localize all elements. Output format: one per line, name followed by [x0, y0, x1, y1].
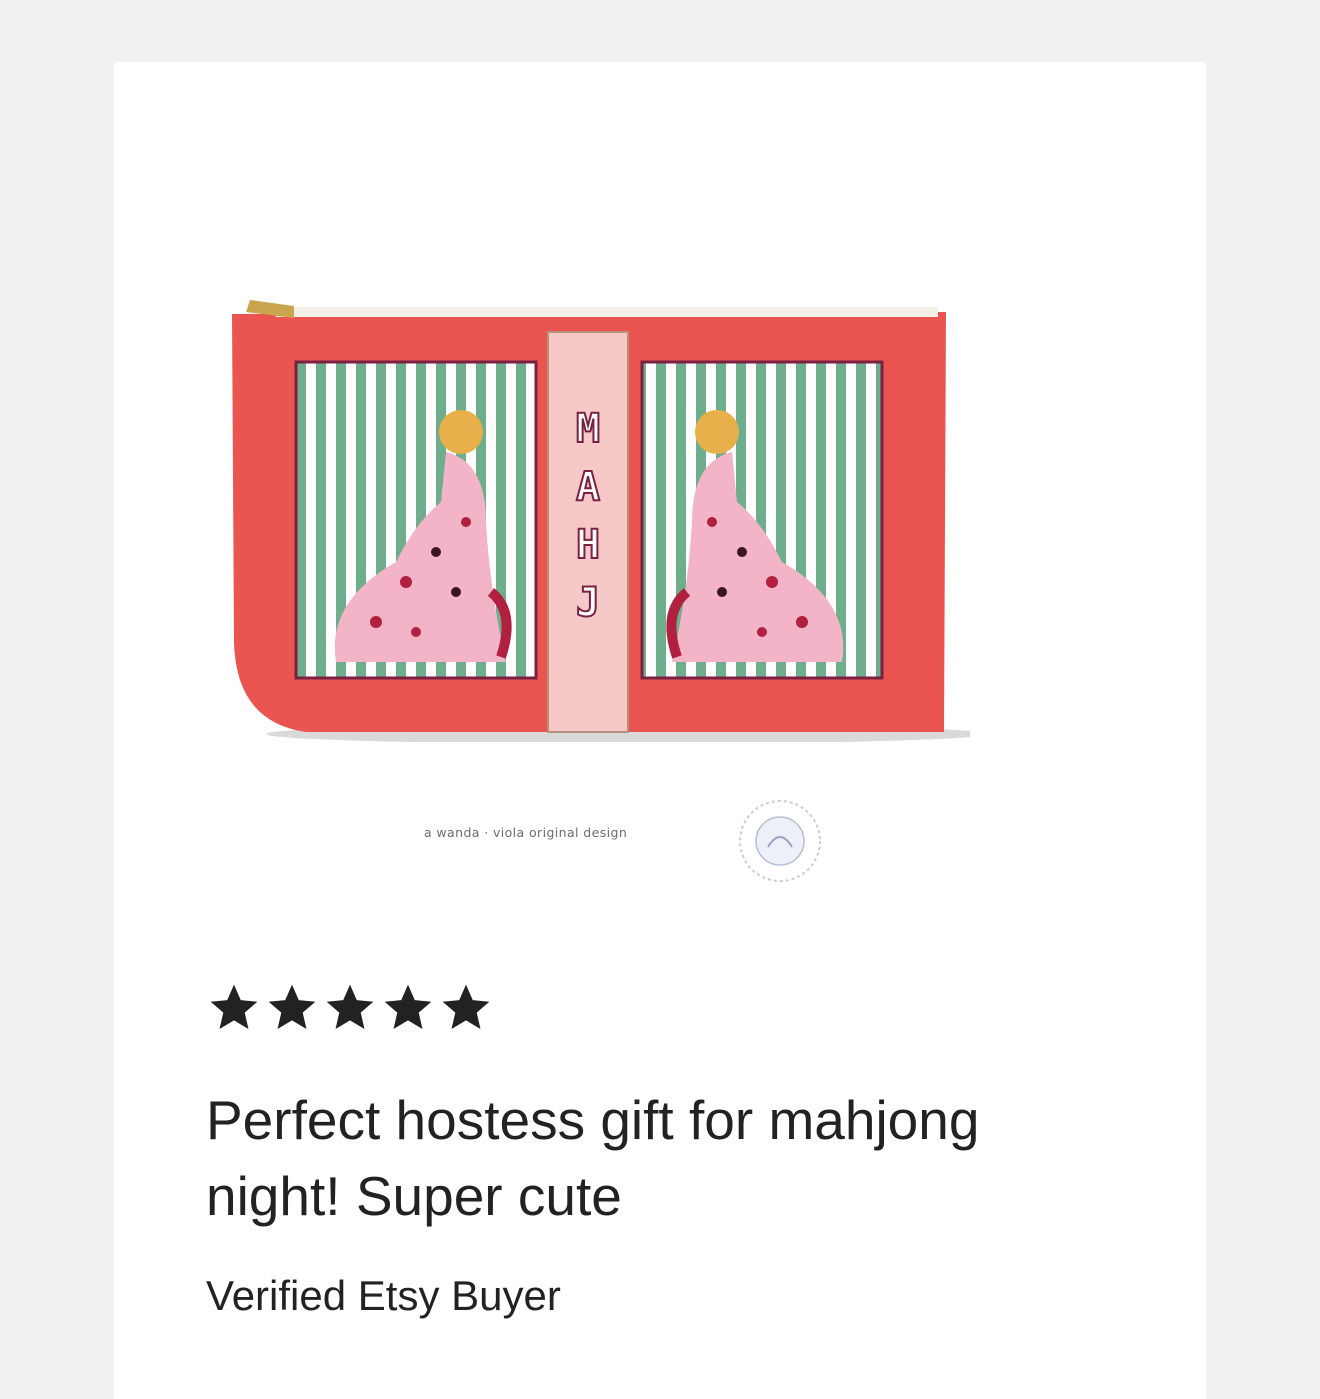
star-rating: [206, 980, 494, 1036]
monogram-letter-1: M: [576, 406, 600, 452]
product-image[interactable]: M A H J: [206, 262, 970, 742]
star-filled-icon: [384, 984, 432, 1029]
designer-seal-logo: [736, 797, 824, 885]
monogram-letter-2: A: [576, 464, 600, 510]
pouch-illustration: M A H J: [232, 300, 970, 742]
monogram-letter-3: H: [576, 522, 600, 568]
star-filled-icon: [326, 984, 374, 1029]
star-filled-icon: [210, 984, 258, 1029]
watermark-text: a wanda · viola original design: [424, 825, 628, 840]
star-filled-icon: [442, 984, 490, 1029]
designer-watermark: a wanda · viola original design: [424, 797, 844, 882]
star-filled-icon: [268, 984, 316, 1029]
monogram-letter-4: J: [576, 580, 600, 626]
review-title: Perfect hostess gift for mahjong night! …: [206, 1089, 980, 1227]
review-card: M A H J a wanda · viola original design …: [114, 62, 1206, 1399]
reviewer-name: Verified Etsy Buyer: [206, 1272, 561, 1319]
